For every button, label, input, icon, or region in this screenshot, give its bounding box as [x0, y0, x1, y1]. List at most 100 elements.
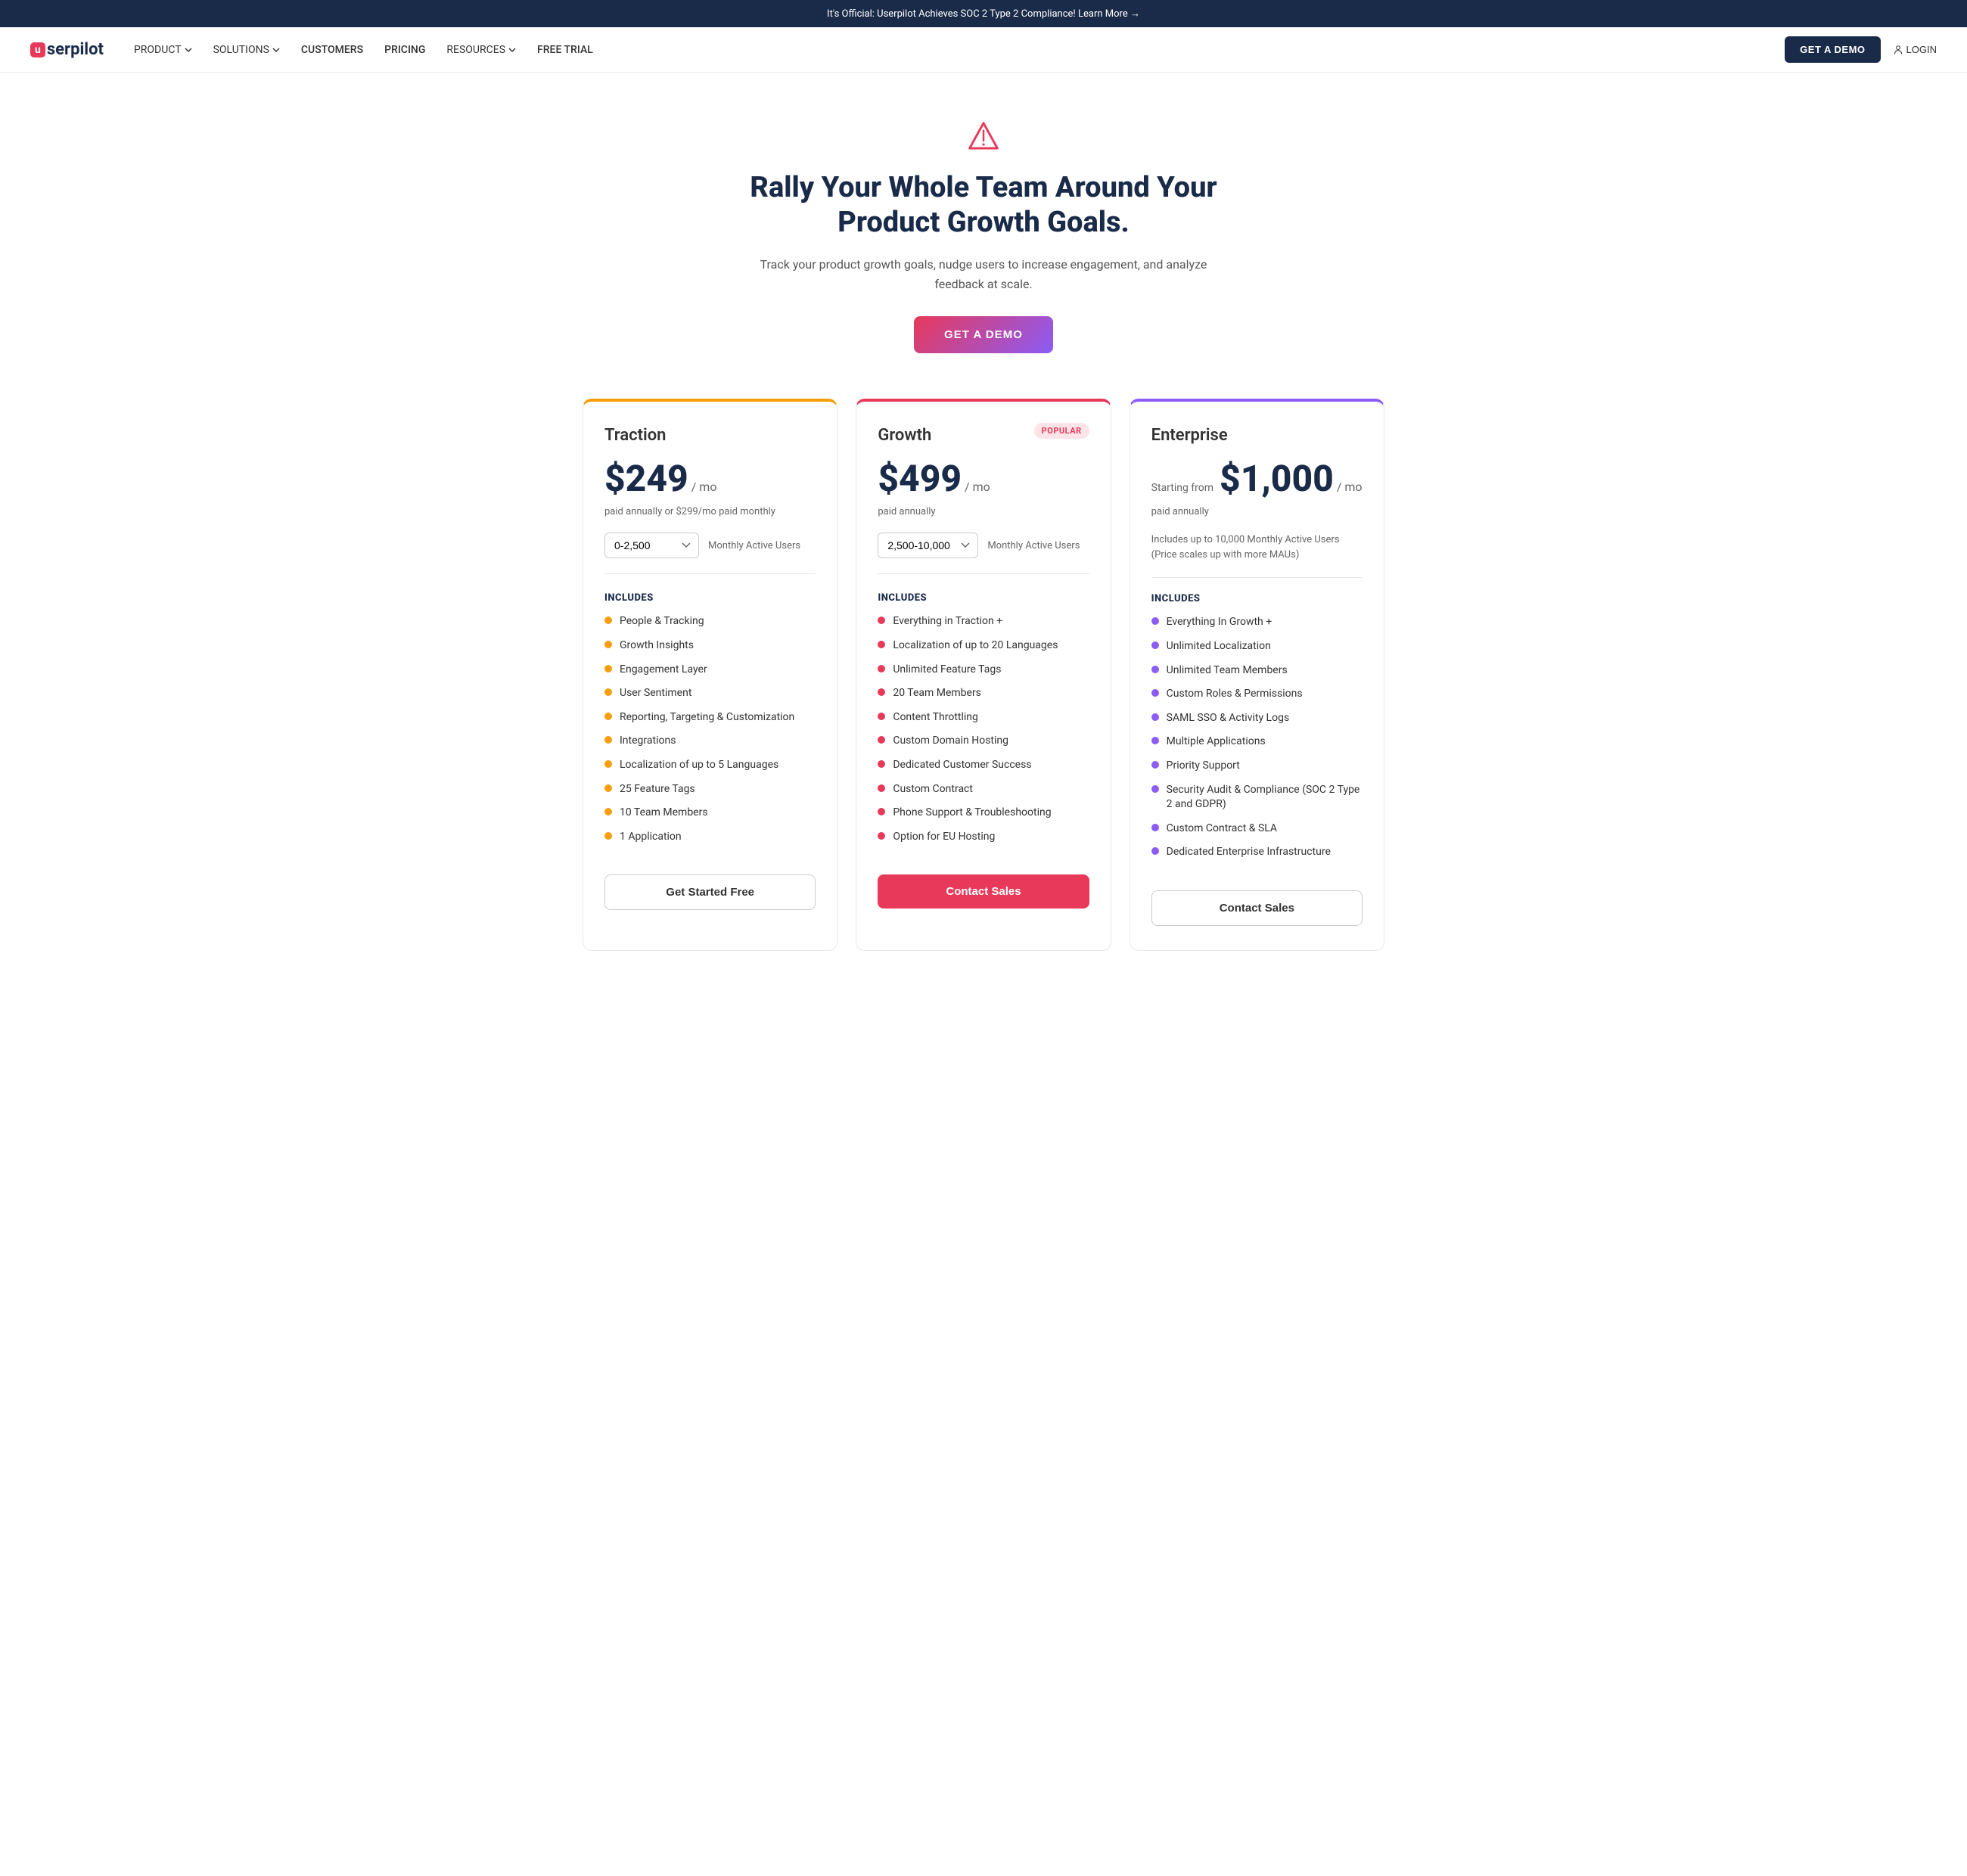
- list-item: Phone Support & Troubleshooting: [878, 806, 1089, 821]
- list-item: Unlimited Localization: [1151, 639, 1363, 654]
- list-item: Unlimited Feature Tags: [878, 663, 1089, 678]
- orange-dot: [604, 713, 612, 720]
- enterprise-plan-card: Enterprise Starting from $1,000 / mo pai…: [1130, 399, 1384, 951]
- traction-features-list: People & Tracking Growth Insights Engage…: [604, 614, 816, 844]
- nav-solutions[interactable]: SOLUTIONS: [213, 44, 280, 56]
- login-label: LOGIN: [1906, 44, 1937, 55]
- purple-dot: [1151, 641, 1159, 649]
- enterprise-includes-label: INCLUDES: [1151, 593, 1363, 604]
- purple-dot: [1151, 689, 1159, 697]
- list-item: Integrations: [604, 734, 816, 749]
- list-item: User Sentiment: [604, 686, 816, 701]
- list-item: Custom Roles & Permissions: [1151, 687, 1363, 702]
- hero-subtitle: Track your product growth goals, nudge u…: [734, 255, 1233, 294]
- top-banner: It's Official: Userpilot Achieves SOC 2 …: [0, 0, 1967, 27]
- user-icon: [1893, 45, 1903, 55]
- enterprise-features-list: Everything In Growth + Unlimited Localiz…: [1151, 615, 1363, 860]
- list-item: Multiple Applications: [1151, 735, 1363, 750]
- login-button[interactable]: LOGIN: [1893, 44, 1937, 55]
- enterprise-plan-name: Enterprise: [1151, 426, 1363, 445]
- growth-price: $499 / mo: [878, 457, 1089, 500]
- traction-price-period: / mo: [691, 480, 717, 494]
- growth-mau-select[interactable]: 2,500-10,000 10,000-25,000 25,000-50,000: [878, 533, 978, 558]
- list-item: Security Audit & Compliance (SOC 2 Type …: [1151, 783, 1363, 812]
- purple-dot: [1151, 713, 1159, 721]
- hero-icon: [965, 118, 1002, 156]
- purple-dot: [1151, 847, 1159, 855]
- list-item: 1 Application: [604, 830, 816, 845]
- pink-dot: [878, 832, 885, 840]
- traction-price-note: paid annually or $299/mo paid monthly: [604, 506, 816, 517]
- traction-cta-button[interactable]: Get Started Free: [604, 874, 816, 910]
- enterprise-price-amount: $1,000: [1220, 457, 1334, 500]
- pink-dot: [878, 808, 885, 815]
- list-item: 10 Team Members: [604, 806, 816, 821]
- nav-links: PRODUCT SOLUTIONS CUSTOMERS PRICING RESO…: [134, 44, 1785, 56]
- list-item: Localization of up to 20 Languages: [878, 638, 1089, 654]
- list-item: Reporting, Targeting & Customization: [604, 710, 816, 725]
- list-item: Everything In Growth +: [1151, 615, 1363, 630]
- orange-dot: [604, 760, 612, 768]
- enterprise-cta-button[interactable]: Contact Sales: [1151, 890, 1363, 926]
- pricing-section: Traction $249 / mo paid annually or $299…: [567, 384, 1400, 996]
- list-item: Custom Contract & SLA: [1151, 822, 1363, 837]
- orange-dot: [604, 688, 612, 696]
- growth-includes-label: INCLUDES: [878, 592, 1089, 604]
- growth-mau-selector: 2,500-10,000 10,000-25,000 25,000-50,000…: [878, 533, 1089, 574]
- growth-price-note: paid annually: [878, 506, 1089, 517]
- list-item: Growth Insights: [604, 638, 816, 654]
- growth-price-period: / mo: [965, 480, 990, 494]
- traction-mau-select[interactable]: 0-2,500 2,500-5,000 5,000-10,000: [604, 533, 699, 558]
- nav-product[interactable]: PRODUCT: [134, 44, 192, 56]
- purple-dot: [1151, 617, 1159, 625]
- chevron-down-icon: [272, 46, 280, 54]
- pink-dot: [878, 736, 885, 744]
- enterprise-price-note: paid annually: [1151, 506, 1363, 517]
- growth-cta-button[interactable]: Contact Sales: [878, 874, 1089, 908]
- orange-dot: [604, 641, 612, 648]
- purple-dot: [1151, 785, 1159, 793]
- list-item: Engagement Layer: [604, 663, 816, 678]
- list-item: Unlimited Team Members: [1151, 663, 1363, 679]
- list-item: People & Tracking: [604, 614, 816, 629]
- purple-dot: [1151, 737, 1159, 744]
- get-demo-button[interactable]: GET A DEMO: [1785, 36, 1880, 63]
- orange-dot: [604, 665, 612, 672]
- traction-price: $249 / mo: [604, 457, 816, 500]
- nav-solutions-label: SOLUTIONS: [213, 44, 269, 56]
- list-item: 25 Feature Tags: [604, 782, 816, 797]
- nav-resources[interactable]: RESOURCES: [446, 44, 516, 56]
- list-item: Everything in Traction +: [878, 614, 1089, 629]
- nav-customers[interactable]: CUSTOMERS: [301, 44, 363, 56]
- enterprise-price: Starting from $1,000 / mo: [1151, 457, 1363, 500]
- hero-section: Rally Your Whole Team Around Your Produc…: [719, 73, 1248, 384]
- orange-dot: [604, 832, 612, 840]
- purple-dot: [1151, 824, 1159, 831]
- chevron-down-icon: [185, 46, 192, 54]
- list-item: Priority Support: [1151, 759, 1363, 774]
- navbar: u serpilot PRODUCT SOLUTIONS CUSTOMERS P…: [0, 27, 1967, 73]
- hero-cta-button[interactable]: GET A DEMO: [914, 316, 1053, 353]
- pink-dot: [878, 665, 885, 672]
- enterprise-price-period: / mo: [1337, 480, 1363, 494]
- growth-plan-card: POPULAR Growth $499 / mo paid annually 2…: [856, 399, 1111, 951]
- list-item: 20 Team Members: [878, 686, 1089, 701]
- logo-u: u: [30, 42, 45, 57]
- growth-features-list: Everything in Traction + Localization of…: [878, 614, 1089, 844]
- nav-pricing[interactable]: PRICING: [384, 44, 425, 56]
- traction-plan-card: Traction $249 / mo paid annually or $299…: [583, 399, 837, 951]
- list-item: Dedicated Enterprise Infrastructure: [1151, 845, 1363, 860]
- nav-free-trial[interactable]: FREE TRIAL: [537, 44, 593, 56]
- list-item: Custom Contract: [878, 782, 1089, 797]
- logo-link[interactable]: u serpilot: [30, 40, 104, 59]
- traction-mau-label: Monthly Active Users: [708, 540, 800, 551]
- list-item: Localization of up to 5 Languages: [604, 758, 816, 773]
- banner-text: It's Official: Userpilot Achieves SOC 2 …: [827, 8, 1140, 20]
- pink-dot: [878, 617, 885, 624]
- chevron-down-icon: [508, 46, 516, 54]
- nav-product-label: PRODUCT: [134, 44, 182, 56]
- popular-badge: POPULAR: [1034, 423, 1089, 439]
- list-item: Dedicated Customer Success: [878, 758, 1089, 773]
- purple-dot: [1151, 666, 1159, 673]
- hero-title: Rally Your Whole Team Around Your Produc…: [734, 171, 1233, 240]
